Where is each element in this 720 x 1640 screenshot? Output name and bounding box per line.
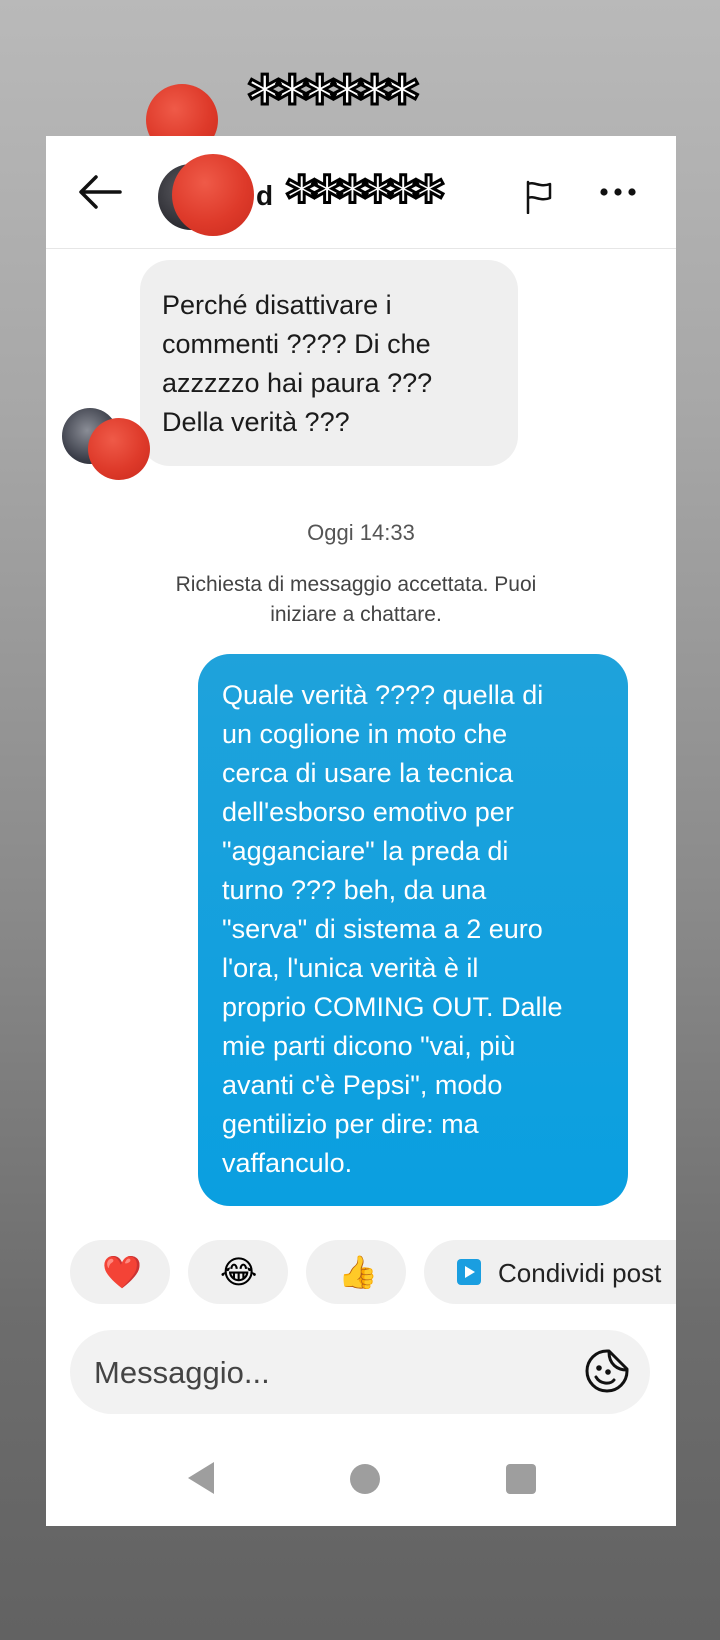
thumbs-up-icon: 👍 — [338, 1253, 378, 1291]
redaction-dot — [172, 154, 254, 236]
masked-name-overlay: ****** — [284, 163, 445, 236]
share-post-label: Condividi post — [498, 1258, 662, 1288]
sent-message-text: Quale verità ???? quella di un coglione … — [222, 680, 563, 1178]
masked-name-overlay: ****** — [247, 63, 421, 140]
nav-home-icon[interactable] — [350, 1464, 380, 1494]
reaction-thumbs-up-button[interactable]: 👍 — [306, 1240, 406, 1304]
quick-reactions-bar: ❤️ 😂 👍 Condividi post — [46, 1240, 676, 1306]
heart-icon: ❤️ — [102, 1253, 142, 1291]
chat-header: d ****** — [46, 136, 676, 249]
message-input[interactable] — [92, 1344, 536, 1402]
flag-icon[interactable] — [524, 180, 554, 214]
message-composer — [70, 1330, 650, 1414]
redaction-dot — [88, 418, 150, 480]
laughing-face-icon: 😂 — [220, 1253, 258, 1291]
reaction-laugh-button[interactable]: 😂 — [188, 1240, 288, 1304]
reaction-heart-button[interactable]: ❤️ — [70, 1240, 170, 1304]
received-message-text: Perché disattivare i commenti ???? Di ch… — [162, 290, 433, 437]
more-options-icon[interactable] — [596, 182, 640, 202]
contact-name[interactable]: d — [256, 180, 273, 212]
message-timestamp: Oggi 14:33 — [307, 520, 415, 545]
nav-back-icon[interactable] — [186, 1460, 216, 1496]
arrow-left-icon[interactable] — [76, 172, 122, 212]
nav-recents-icon[interactable] — [506, 1464, 536, 1494]
chat-screen: d ****** Perché disattivare i commenti ?… — [46, 136, 676, 1526]
play-square-icon — [457, 1259, 481, 1285]
system-notice: Richiesta di messaggio accettata. Puoi i… — [175, 573, 537, 626]
system-navigation-bar — [46, 1436, 676, 1526]
sticker-face-icon[interactable] — [584, 1348, 630, 1394]
